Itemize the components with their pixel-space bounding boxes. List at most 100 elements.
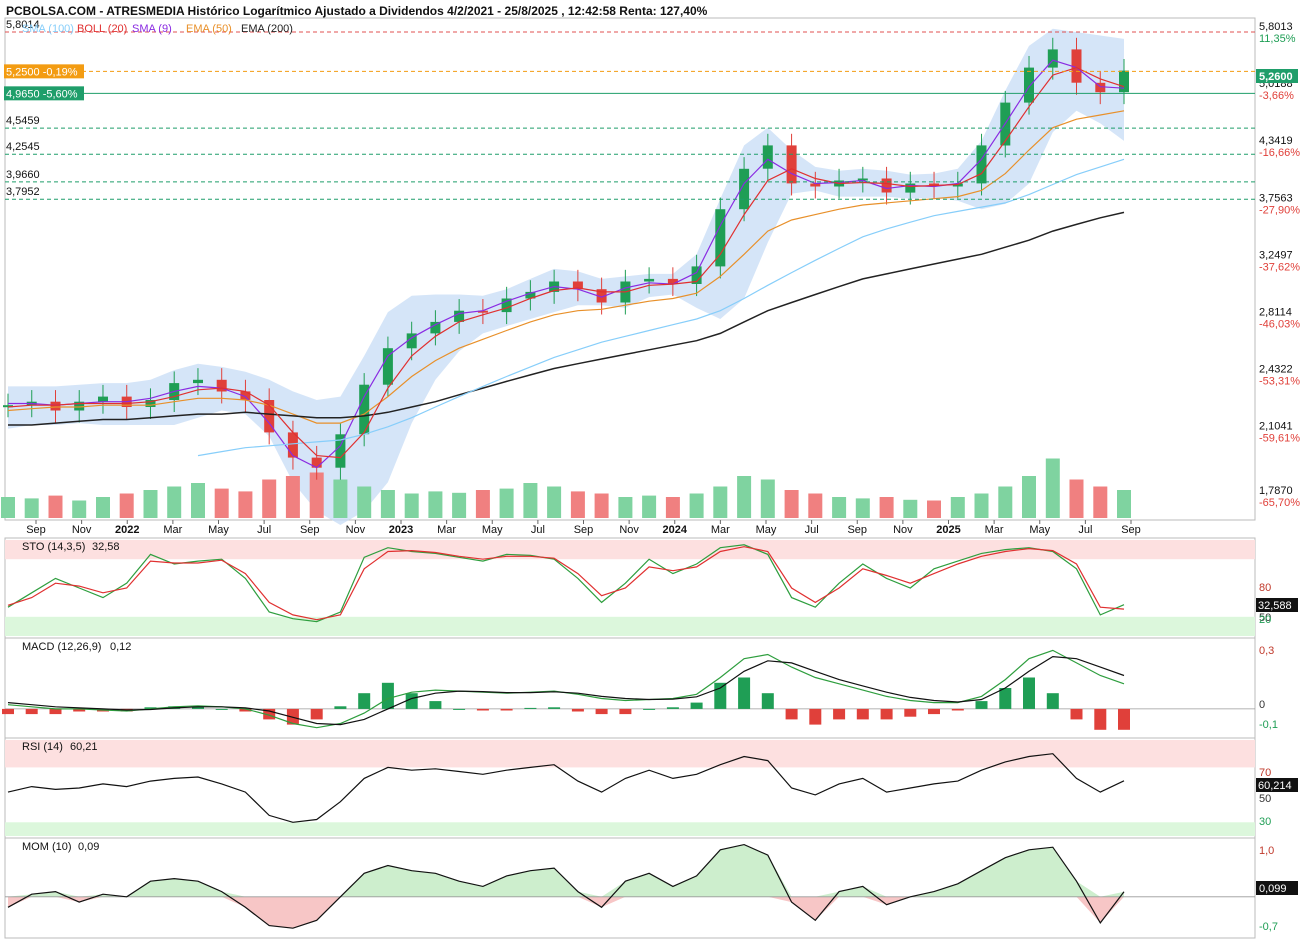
- volume-bar: [547, 486, 562, 518]
- axis-price-label: 5,8013: [1259, 21, 1293, 33]
- candle-body: [644, 278, 655, 282]
- macd-histogram-bar: [381, 682, 394, 709]
- level-label: 3,7952: [6, 186, 40, 198]
- svg-text:5,2600: 5,2600: [1259, 71, 1293, 83]
- volume-bar: [191, 483, 205, 518]
- macd-histogram-bar: [49, 708, 62, 715]
- volume-bar: [998, 486, 1013, 518]
- macd-histogram-bar: [1070, 708, 1083, 720]
- volume-bar: [642, 495, 657, 518]
- axis-price-label: 2,4322: [1259, 364, 1293, 376]
- volume-bar: [808, 493, 823, 518]
- macd-histogram-bar: [405, 693, 418, 709]
- sto-level-80: 80: [1259, 582, 1271, 594]
- volume-bar: [737, 476, 752, 518]
- macd-level-top: 0,3: [1259, 645, 1274, 657]
- current-price-tag: 5,2600: [1256, 69, 1298, 83]
- x-tick-label: 2024: [663, 524, 688, 536]
- x-tick-label: Jul: [1078, 524, 1092, 536]
- macd-histogram-bar: [738, 677, 751, 709]
- volume-bar: [119, 493, 134, 518]
- macd-histogram-bar: [2, 708, 14, 715]
- sto-oversold-zone: [5, 616, 1255, 636]
- axis-pct-label: -16,66%: [1259, 147, 1300, 159]
- macd-histogram-bar: [690, 702, 703, 709]
- macd-histogram-bar: [880, 708, 893, 720]
- x-tick-label: Sep: [26, 524, 46, 536]
- x-tick-label: Sep: [300, 524, 320, 536]
- chart-background: [0, 0, 1310, 942]
- level-tag-label: 4,9650 -5,60%: [6, 88, 78, 100]
- volume-bar: [1045, 458, 1060, 518]
- volume-bar: [618, 497, 633, 518]
- macd-histogram-bar: [358, 693, 371, 709]
- macd-histogram-bar: [785, 708, 798, 720]
- x-tick-label: Nov: [619, 524, 639, 536]
- volume-bar: [689, 493, 704, 518]
- volume-bar: [713, 486, 728, 518]
- volume-bar: [1117, 490, 1131, 518]
- macd-histogram-bar: [310, 708, 323, 720]
- volume-bar: [594, 493, 609, 518]
- volume-bar: [903, 499, 918, 518]
- indicator-legend: SMA (100) BOLL (20) SMA (9) EMA (50) EMA…: [22, 23, 293, 35]
- legend-sma100: SMA (100): [22, 23, 74, 35]
- volume-bar: [452, 492, 467, 518]
- macd-histogram-bar: [904, 708, 917, 717]
- candle-body: [50, 401, 61, 411]
- candle-body: [193, 379, 203, 384]
- rsi-overbought-zone: [5, 740, 1255, 768]
- axis-pct-label: -27,90%: [1259, 204, 1300, 216]
- volume-bar: [428, 491, 443, 518]
- x-tick-label: 2025: [936, 524, 960, 536]
- macd-histogram-bar: [595, 708, 608, 715]
- rsi-level-30: 30: [1259, 816, 1271, 828]
- x-tick-label: Sep: [847, 524, 867, 536]
- axis-pct-label: -59,61%: [1259, 433, 1300, 445]
- macd-histogram-bar: [809, 708, 822, 725]
- candle-body: [762, 145, 773, 169]
- sto-value-tag: 32,588: [1256, 598, 1298, 612]
- stock-chart: 5,80145,2500 -0,19%4,9650 -5,60%4,54594,…: [0, 0, 1310, 942]
- volume-bar: [950, 497, 965, 518]
- volume-bar: [879, 497, 894, 518]
- volume-bar: [48, 495, 63, 518]
- volume-bar: [380, 490, 395, 518]
- volume-bar: [214, 488, 229, 518]
- level-label: 3,9660: [6, 169, 40, 181]
- sto-level-20: 20: [1259, 614, 1271, 626]
- volume-bar: [24, 498, 39, 518]
- volume-bar: [974, 493, 989, 518]
- x-tick-label: Jul: [805, 524, 819, 536]
- legend-ema50: EMA (50): [186, 23, 232, 35]
- x-tick-label: Nov: [893, 524, 913, 536]
- x-tick-label: Sep: [574, 524, 594, 536]
- macd-histogram-bar: [215, 708, 228, 710]
- candle-body: [881, 178, 892, 193]
- macd-histogram-bar: [453, 708, 466, 710]
- rsi-level-70: 70: [1259, 767, 1271, 779]
- sto-value: 32,58: [92, 541, 120, 553]
- svg-text:60,214: 60,214: [1258, 780, 1292, 792]
- volume-bar: [143, 490, 158, 518]
- rsi-value-tag: 60,214: [1256, 778, 1298, 792]
- x-tick-label: May: [756, 524, 777, 536]
- macd-histogram-bar: [429, 701, 442, 709]
- axis-pct-label: -53,31%: [1259, 376, 1300, 388]
- x-tick-label: May: [1029, 524, 1050, 536]
- macd-histogram-bar: [666, 707, 679, 709]
- volume-bar: [927, 500, 941, 518]
- volume-bar: [357, 486, 372, 518]
- volume-bar: [475, 490, 490, 518]
- volume-bar: [760, 479, 775, 518]
- x-tick-label: Sep: [1121, 524, 1141, 536]
- volume-bar: [262, 479, 277, 518]
- x-tick-label: Mar: [711, 524, 730, 536]
- x-tick-label: Nov: [346, 524, 366, 536]
- macd-histogram-bar: [714, 682, 727, 709]
- chart-stage: 5,8014 5,2500 -0,19% 4,9650 -5,60% 4,5459 4,…: [0, 0, 1310, 942]
- macd-histogram-bar: [1046, 693, 1059, 709]
- svg-text:32,588: 32,588: [1258, 600, 1292, 612]
- macd-histogram-bar: [476, 708, 489, 711]
- sto-title: STO (14,3,5): [22, 541, 85, 553]
